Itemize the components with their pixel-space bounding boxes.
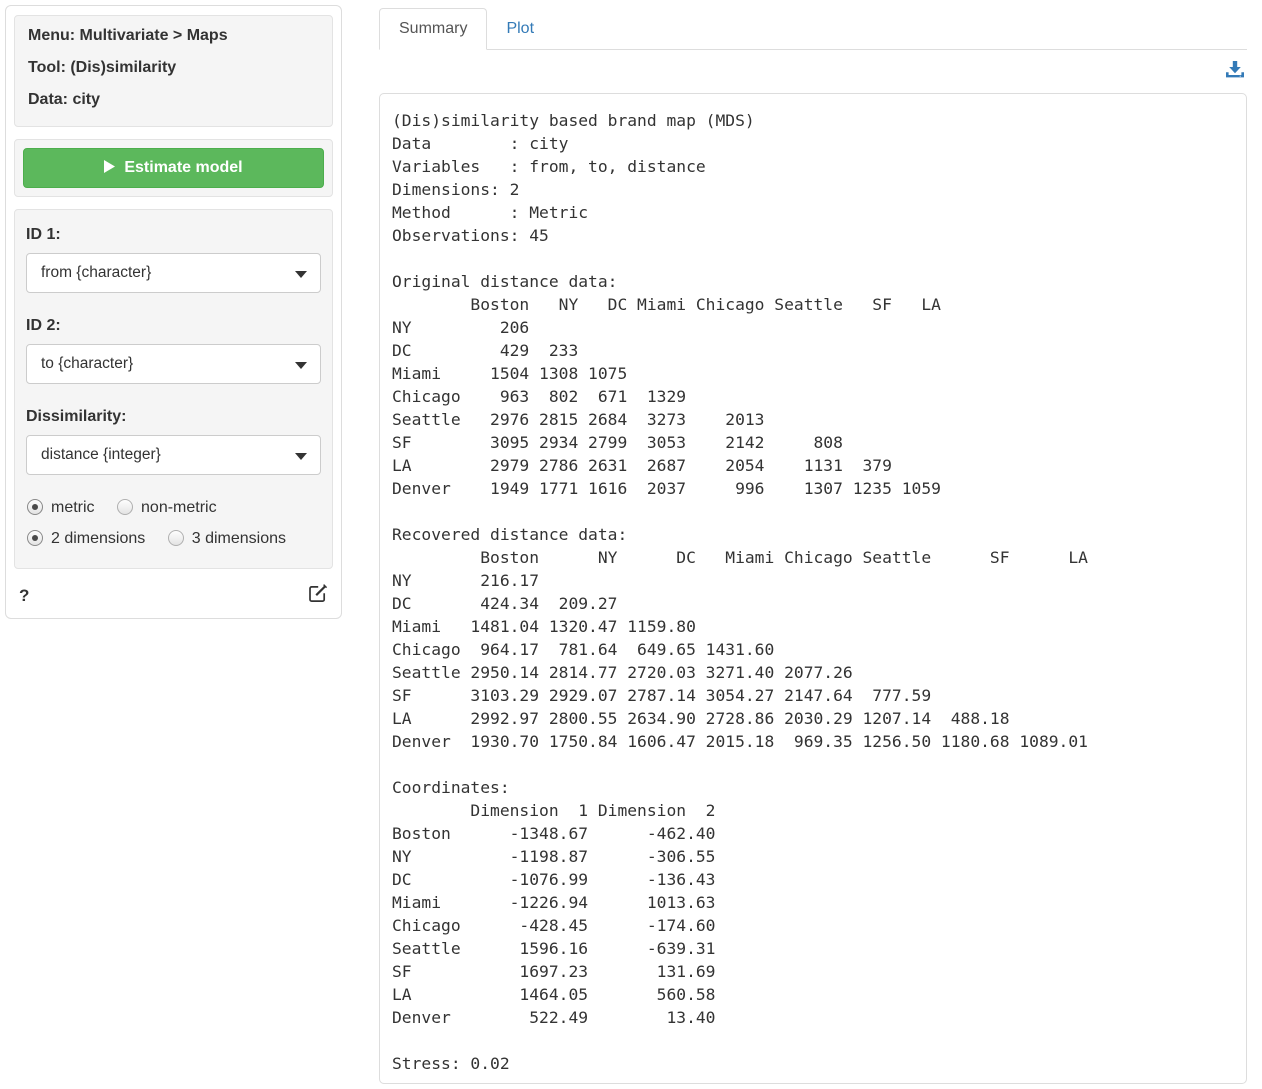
main-panel: Summary Plot (Dis)similarity based brand…	[379, 8, 1247, 1084]
data-label: Data: city	[28, 91, 319, 109]
caret-down-icon	[295, 453, 307, 460]
radio-2-dimensions[interactable]	[27, 530, 43, 546]
id1-label: ID 1:	[26, 226, 321, 244]
id2-selected-value: to {character}	[41, 355, 133, 372]
radio-metric[interactable]	[27, 499, 43, 515]
method-radio-group: metric non-metric	[27, 499, 321, 517]
id2-label: ID 2:	[26, 317, 321, 335]
radio-non-metric[interactable]	[117, 499, 133, 515]
tab-bar: Summary Plot	[379, 8, 1247, 50]
estimate-model-label: Estimate model	[124, 159, 242, 176]
id1-selected-value: from {character}	[41, 264, 151, 281]
radio-non-metric-label[interactable]: non-metric	[141, 499, 217, 516]
dissimilarity-selected-value: distance {integer}	[41, 446, 161, 463]
tab-plot[interactable]: Plot	[487, 9, 553, 49]
help-link[interactable]: ?	[19, 586, 29, 606]
mds-options-panel: ID 1: from {character} ID 2: to {charact…	[14, 209, 333, 569]
summary-output-panel: (Dis)similarity based brand map (MDS) Da…	[379, 93, 1247, 1084]
sidebar: Menu: Multivariate > Maps Tool: (Dis)sim…	[5, 5, 342, 619]
id1-select[interactable]: from {character}	[26, 253, 321, 293]
tab-summary[interactable]: Summary	[379, 8, 487, 50]
estimate-model-button[interactable]: Estimate model	[23, 148, 324, 188]
download-icon[interactable]	[1226, 61, 1244, 83]
dimensions-radio-group: 2 dimensions 3 dimensions	[27, 530, 321, 548]
summary-output-text: (Dis)similarity based brand map (MDS) Da…	[392, 109, 1234, 1075]
radio-3-dimensions[interactable]	[168, 530, 184, 546]
menu-breadcrumb: Menu: Multivariate > Maps	[28, 27, 319, 45]
output-toolbar	[379, 50, 1247, 93]
radio-2-dimensions-label[interactable]: 2 dimensions	[51, 530, 145, 547]
estimate-panel: Estimate model	[14, 139, 333, 197]
model-info-panel: Menu: Multivariate > Maps Tool: (Dis)sim…	[14, 15, 333, 127]
caret-down-icon	[295, 362, 307, 369]
id2-select[interactable]: to {character}	[26, 344, 321, 384]
tool-label: Tool: (Dis)similarity	[28, 59, 319, 77]
radio-3-dimensions-label[interactable]: 3 dimensions	[192, 530, 286, 547]
dissimilarity-label: Dissimilarity:	[26, 408, 321, 426]
radio-metric-label[interactable]: metric	[51, 499, 95, 516]
edit-report-icon[interactable]	[308, 583, 328, 608]
play-icon	[104, 160, 115, 178]
sidebar-footer: ?	[14, 581, 333, 612]
dissimilarity-select[interactable]: distance {integer}	[26, 435, 321, 475]
caret-down-icon	[295, 271, 307, 278]
